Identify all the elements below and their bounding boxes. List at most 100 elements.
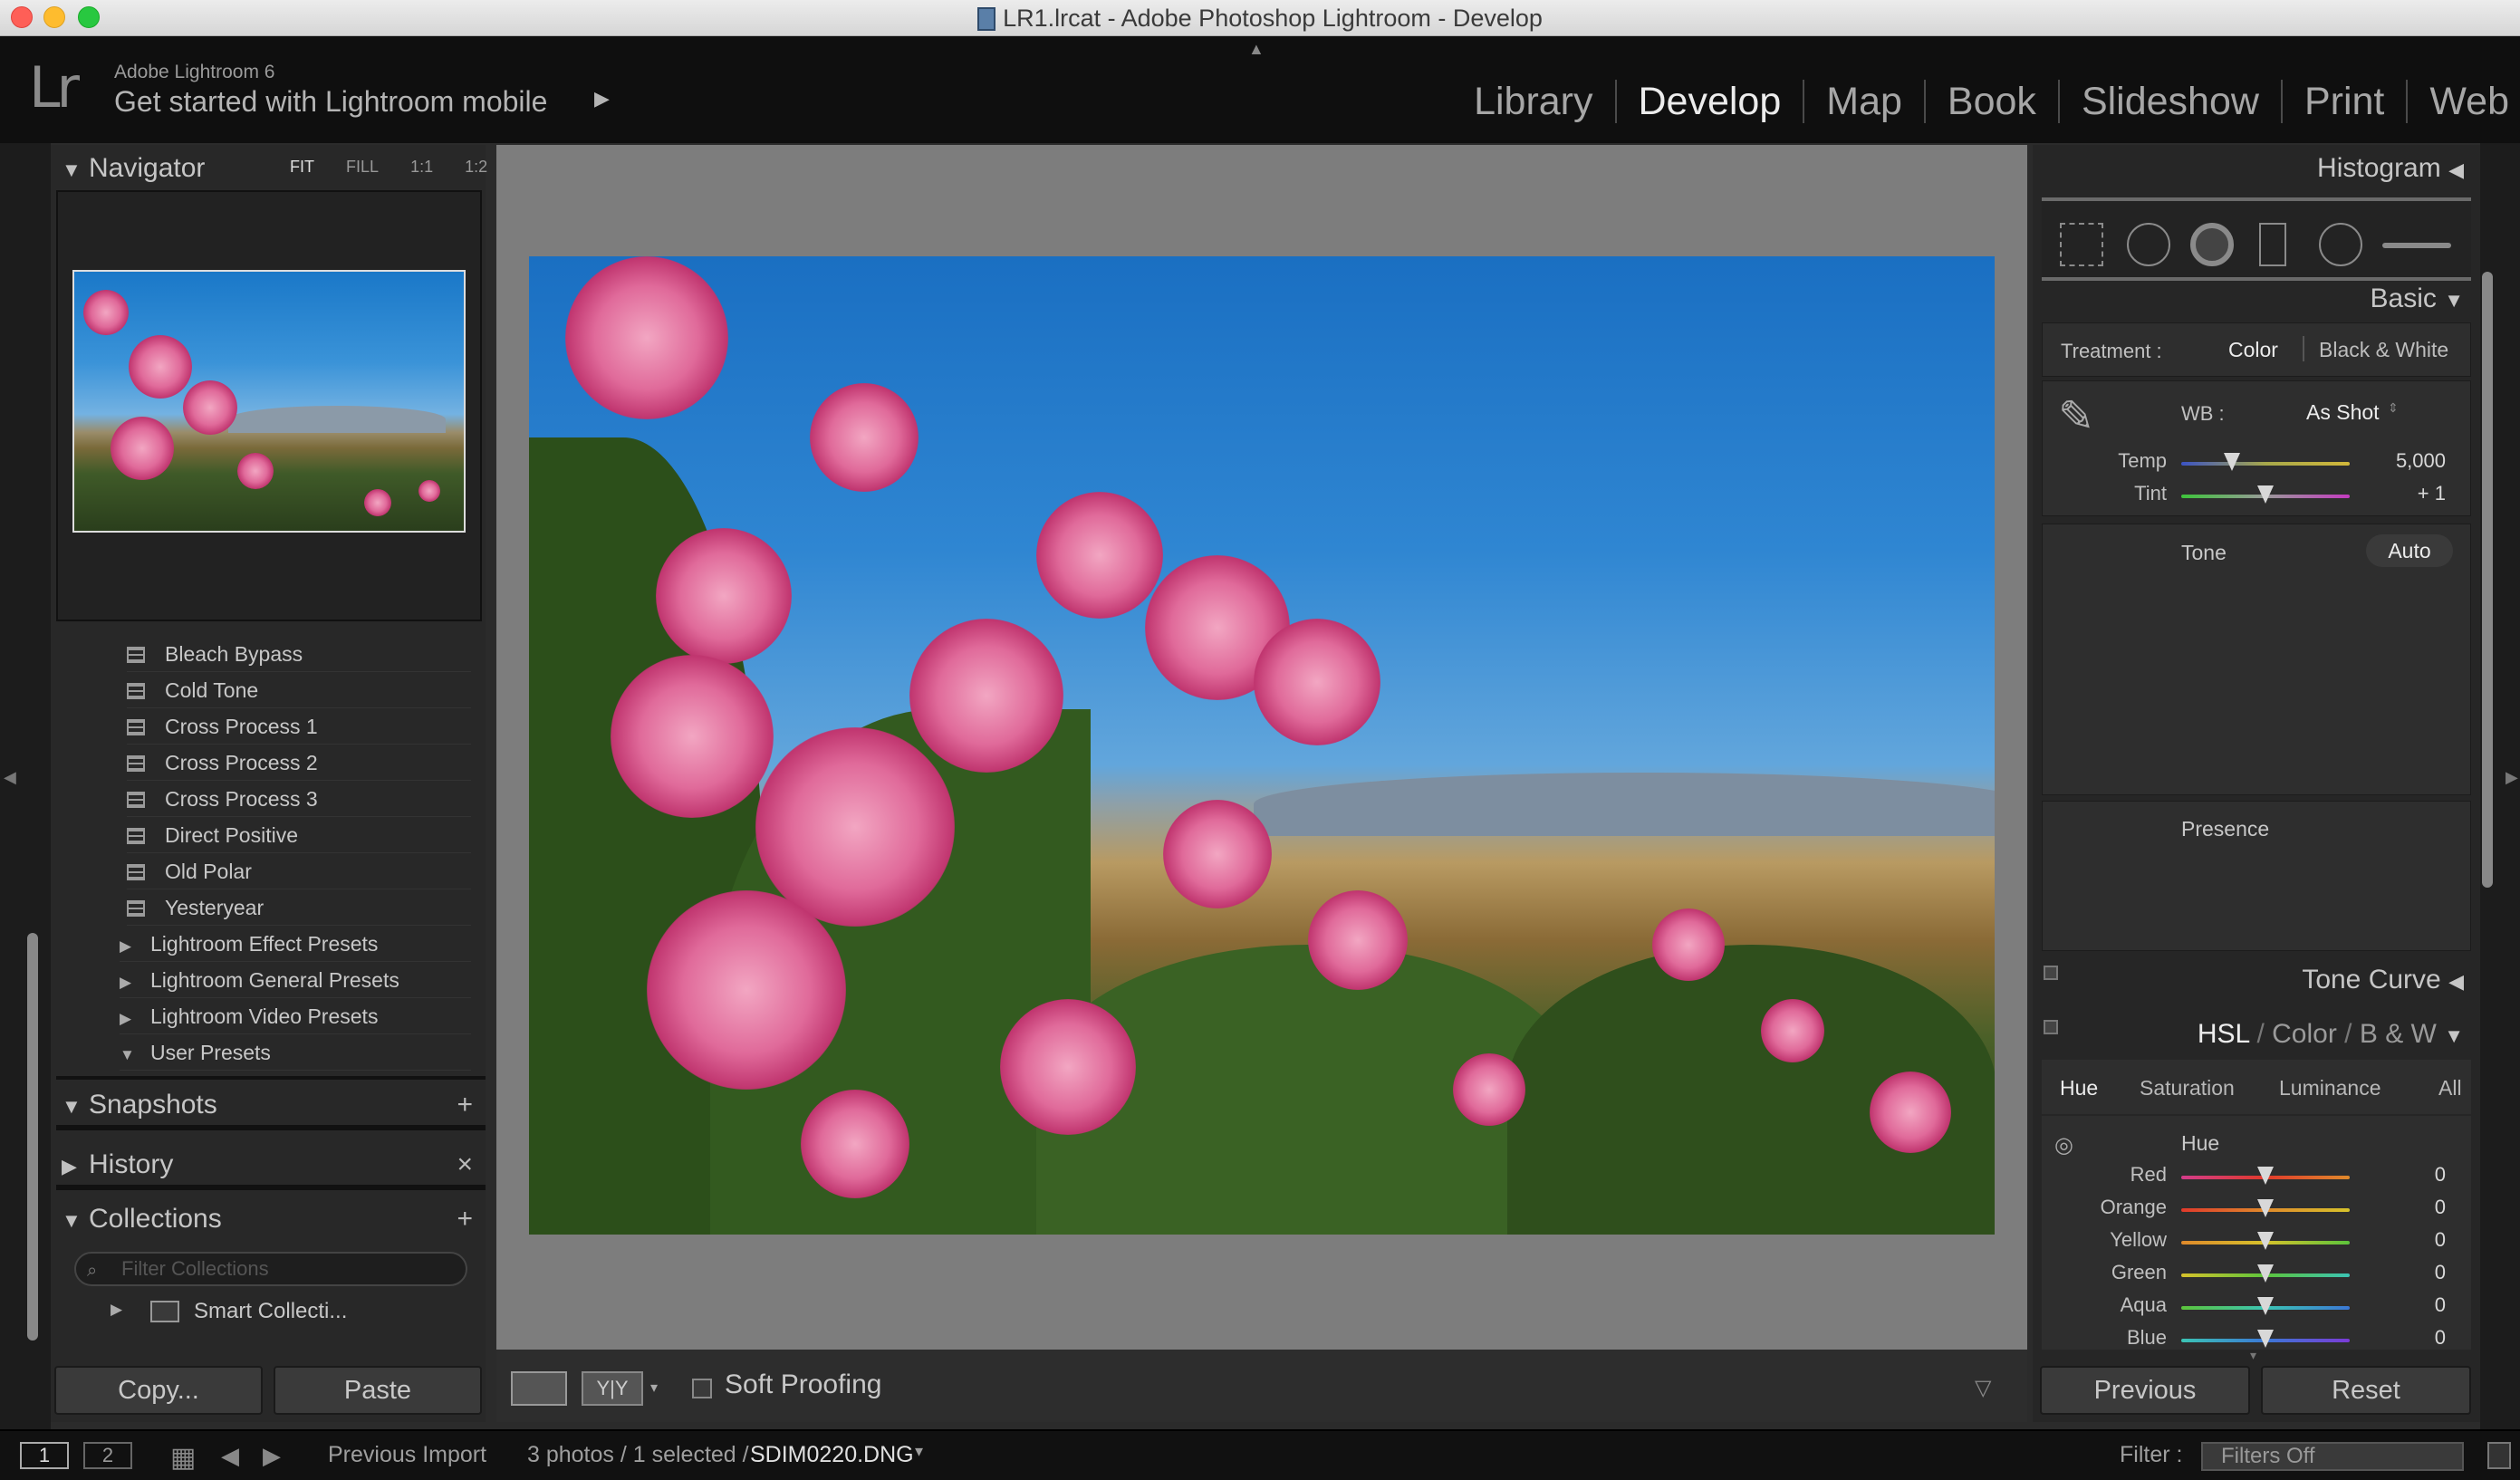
- tab-hue[interactable]: Hue: [2060, 1076, 2098, 1100]
- spot-removal-icon[interactable]: [2127, 223, 2170, 266]
- file-menu-caret-icon[interactable]: ▾: [915, 1442, 923, 1461]
- module-library[interactable]: Library: [1452, 80, 1617, 123]
- filter-collections-input[interactable]: Filter Collections: [74, 1252, 467, 1286]
- reset-button[interactable]: Reset: [2261, 1366, 2471, 1415]
- preset-item[interactable]: Cross Process 1: [127, 708, 471, 745]
- collapse-triangle-icon[interactable]: ▼: [62, 149, 89, 192]
- preset-item[interactable]: Cross Process 3: [127, 781, 471, 817]
- expand-triangle-icon[interactable]: ◀: [2448, 970, 2464, 993]
- preset-group[interactable]: ▶ Lightroom General Presets: [120, 962, 471, 998]
- source-label[interactable]: Previous Import: [328, 1442, 486, 1468]
- paste-button[interactable]: Paste: [274, 1366, 482, 1415]
- clear-history-icon[interactable]: ×: [457, 1139, 473, 1190]
- wb-select[interactable]: As Shot: [2306, 400, 2380, 425]
- tab-saturation[interactable]: Saturation: [2140, 1076, 2235, 1100]
- expand-triangle-icon[interactable]: ▶: [120, 928, 150, 965]
- stepper-icon[interactable]: ⇕: [2388, 400, 2399, 416]
- collapse-triangle-icon[interactable]: ▼: [62, 1196, 89, 1246]
- filter-lock-icon[interactable]: [2487, 1442, 2511, 1469]
- preset-item[interactable]: Bleach Bypass: [127, 636, 471, 672]
- hsl-header[interactable]: HSL / Color / B & W ▼: [2038, 1013, 2475, 1056]
- hsl-mode-bw[interactable]: B & W: [2360, 1019, 2437, 1049]
- module-develop[interactable]: Develop: [1617, 80, 1805, 123]
- filter-select[interactable]: Filters Off: [2201, 1442, 2464, 1471]
- primary-window-button[interactable]: 1: [20, 1442, 69, 1469]
- temp-slider-track[interactable]: [2181, 462, 2350, 466]
- module-web[interactable]: Web: [2408, 80, 2520, 123]
- preset-group[interactable]: ▶ Lightroom Video Presets: [120, 998, 471, 1034]
- add-collection-icon[interactable]: +: [457, 1194, 473, 1245]
- file-name[interactable]: SDIM0220.DNG: [750, 1442, 914, 1468]
- right-panel-scrollbar[interactable]: [2482, 272, 2493, 888]
- hsl-blue-slider-thumb[interactable]: [2257, 1330, 2274, 1348]
- target-adjust-icon[interactable]: ◎: [2054, 1132, 2073, 1158]
- tone-curve-toggle[interactable]: [2044, 966, 2058, 980]
- radial-filter-icon[interactable]: [2319, 223, 2362, 266]
- module-slideshow[interactable]: Slideshow: [2060, 80, 2283, 123]
- preset-item[interactable]: Old Polar: [127, 853, 471, 889]
- zoom-1-1[interactable]: 1:1: [410, 158, 433, 176]
- hsl-yellow-slider-thumb[interactable]: [2257, 1232, 2274, 1250]
- hsl-green-value[interactable]: 0: [2364, 1261, 2446, 1284]
- expand-triangle-icon[interactable]: ◀: [2448, 159, 2464, 181]
- hsl-orange-slider-thumb[interactable]: [2257, 1199, 2274, 1217]
- collapse-triangle-icon[interactable]: ▼: [2444, 1024, 2464, 1047]
- auto-tone-button[interactable]: Auto: [2366, 534, 2453, 567]
- histogram-header[interactable]: Histogram ◀: [2038, 147, 2475, 190]
- zoom-fit[interactable]: FIT: [290, 158, 314, 176]
- main-photo[interactable]: [529, 256, 1995, 1235]
- graduated-filter-icon[interactable]: [2259, 223, 2286, 266]
- copy-button[interactable]: Copy...: [54, 1366, 263, 1415]
- back-arrow-icon[interactable]: ◀: [221, 1442, 239, 1470]
- preset-group[interactable]: ▼ User Presets: [120, 1034, 471, 1071]
- hsl-yellow-value[interactable]: 0: [2364, 1228, 2446, 1252]
- soft-proofing-checkbox[interactable]: [692, 1379, 712, 1398]
- hsl-green-slider-thumb[interactable]: [2257, 1264, 2274, 1283]
- wb-eyedropper-icon[interactable]: ✎: [2058, 391, 2094, 442]
- hsl-toggle[interactable]: [2044, 1020, 2058, 1034]
- forward-arrow-icon[interactable]: ▶: [263, 1442, 281, 1470]
- module-map[interactable]: Map: [1804, 80, 1926, 123]
- lightroom-mobile-link[interactable]: Get started with Lightroom mobile: [114, 85, 547, 119]
- tab-luminance[interactable]: Luminance: [2279, 1076, 2381, 1100]
- preset-item[interactable]: Direct Positive: [127, 817, 471, 853]
- treatment-color-button[interactable]: Color: [2228, 338, 2278, 362]
- top-panel-toggle-icon[interactable]: ▲: [1248, 40, 1265, 59]
- hsl-red-slider-thumb[interactable]: [2257, 1167, 2274, 1185]
- smart-collection-item[interactable]: Smart Collecti...: [194, 1299, 347, 1324]
- temp-value[interactable]: 5,000: [2364, 449, 2446, 473]
- previous-button[interactable]: Previous: [2040, 1366, 2250, 1415]
- navigator-thumbnail[interactable]: [72, 270, 466, 533]
- preset-item[interactable]: Cold Tone: [127, 672, 471, 708]
- hsl-orange-value[interactable]: 0: [2364, 1196, 2446, 1219]
- grid-view-icon[interactable]: ▦: [170, 1442, 196, 1474]
- expand-triangle-icon[interactable]: ▶: [120, 1001, 150, 1037]
- expand-triangle-icon[interactable]: ▶: [62, 1141, 89, 1192]
- before-after-dropdown-icon[interactable]: ▾: [650, 1379, 658, 1397]
- add-snapshot-icon[interactable]: +: [457, 1080, 473, 1130]
- secondary-window-button[interactable]: 2: [83, 1442, 132, 1469]
- hsl-aqua-value[interactable]: 0: [2364, 1293, 2446, 1317]
- history-header[interactable]: ▶ History ×: [56, 1139, 486, 1190]
- crop-overlay-icon[interactable]: [2060, 223, 2103, 266]
- tint-value[interactable]: + 1: [2364, 482, 2446, 505]
- tab-all[interactable]: All: [2438, 1076, 2462, 1100]
- zoom-1-2[interactable]: 1:2: [465, 158, 487, 176]
- loupe-view-button[interactable]: [511, 1371, 567, 1406]
- temp-slider-thumb[interactable]: [2223, 453, 2240, 471]
- collapse-triangle-icon[interactable]: ▼: [120, 1037, 150, 1073]
- toolbar-content-menu-icon[interactable]: ▽: [1975, 1375, 1991, 1401]
- right-panel-toggle-icon[interactable]: ▶: [2506, 768, 2518, 787]
- basic-header[interactable]: Basic ▼: [2038, 277, 2475, 321]
- play-arrow-icon[interactable]: ▶: [594, 87, 610, 111]
- left-panel-toggle-icon[interactable]: ◀: [4, 768, 16, 787]
- left-panel-scrollbar[interactable]: [27, 933, 38, 1341]
- preset-item[interactable]: Cross Process 2: [127, 745, 471, 781]
- hsl-aqua-slider-thumb[interactable]: [2257, 1297, 2274, 1315]
- preset-item[interactable]: Yesteryear: [127, 889, 471, 926]
- adjustment-brush-icon[interactable]: [2382, 243, 2451, 248]
- tone-curve-header[interactable]: Tone Curve ◀: [2038, 958, 2475, 1002]
- snapshots-header[interactable]: ▼ Snapshots +: [56, 1080, 486, 1130]
- preset-group[interactable]: ▶ Lightroom Effect Presets: [120, 926, 471, 962]
- expand-triangle-icon[interactable]: ▶: [111, 1301, 122, 1319]
